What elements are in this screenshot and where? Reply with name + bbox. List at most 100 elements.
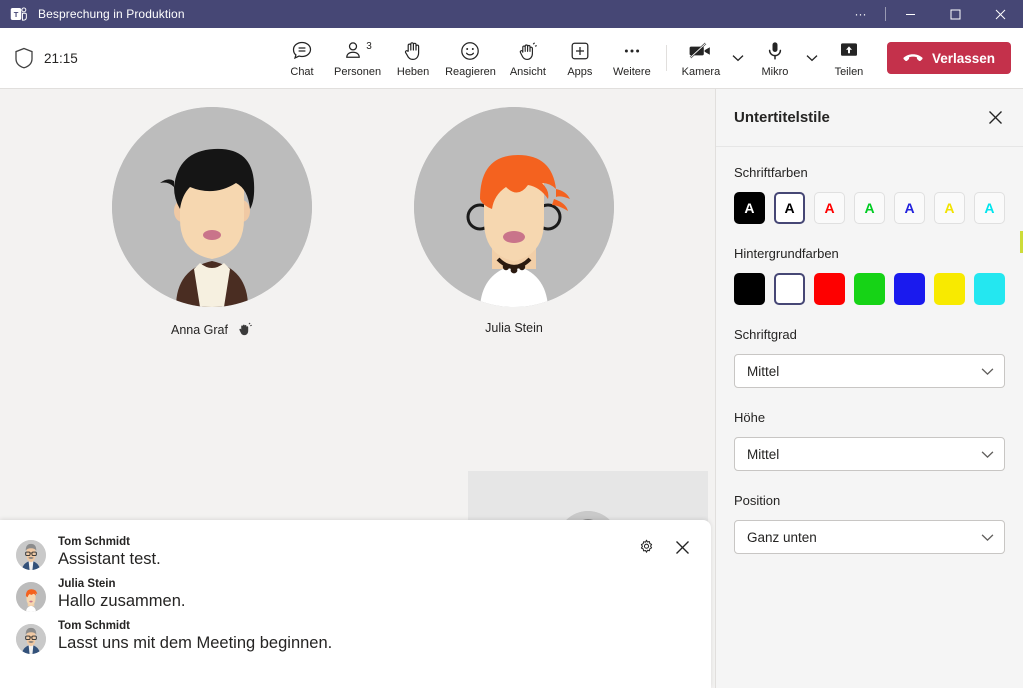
font-colors-label: Schriftfarben	[734, 165, 808, 180]
background-colors-label: Hintergrundfarben	[734, 246, 839, 261]
raise-hand-button[interactable]: Heben	[387, 33, 439, 85]
leave-button[interactable]: Verlassen	[886, 42, 1011, 74]
mic-label: Mikro	[761, 65, 789, 78]
background-color-swatch-green[interactable]	[854, 273, 886, 305]
height-section: Höhe Mittel	[734, 410, 1005, 471]
font-color-swatch-green[interactable]: A	[854, 192, 886, 224]
video-stage: Anna Graf Julia Stein Tom Schmidt Assist…	[0, 89, 715, 688]
background-color-swatch-cyan[interactable]	[973, 273, 1005, 305]
people-count: 3	[366, 41, 372, 52]
chevron-down-icon	[981, 533, 994, 541]
participant-tiles: Anna Graf Julia Stein	[0, 89, 715, 339]
caption-body: Julia Stein Hallo zusammen.	[58, 578, 185, 612]
chat-button[interactable]: Chat	[276, 33, 328, 85]
participant-tile-anna-graf[interactable]: Anna Graf	[112, 107, 312, 339]
captions-actions	[633, 534, 695, 560]
people-label: Personen	[334, 66, 382, 78]
avatar	[16, 540, 46, 570]
caption-styles-panel: Untertitelstile Schriftfarben A A A A A …	[715, 89, 1023, 688]
toolbar-left-group: 21:15	[0, 47, 78, 69]
participant-name-row: Julia Stein	[485, 321, 543, 335]
font-color-swatch-yellow[interactable]: A	[934, 192, 965, 224]
font-color-swatch-blue[interactable]: A	[894, 192, 925, 224]
leave-label: Verlassen	[931, 50, 995, 66]
panel-title: Untertitelstile	[734, 109, 830, 126]
swatch-letter: A	[864, 200, 875, 216]
font-color-swatch-white[interactable]: A	[773, 192, 806, 224]
background-color-swatch-red[interactable]	[814, 273, 846, 305]
position-dropdown[interactable]: Ganz unten	[734, 520, 1005, 554]
toolbar-divider	[665, 45, 667, 71]
caption-entry: Tom Schmidt Assistant test.	[0, 536, 711, 578]
height-value: Mittel	[747, 446, 780, 462]
font-color-swatch-black[interactable]: A	[734, 192, 765, 224]
caption-text: Lasst uns mit dem Meeting beginnen.	[58, 634, 333, 652]
swatch-letter: A	[904, 200, 915, 216]
chat-icon	[291, 39, 313, 63]
background-color-swatch-yellow[interactable]	[934, 273, 965, 305]
background-color-swatch-black[interactable]	[734, 273, 765, 305]
mic-options-button[interactable]	[799, 38, 825, 78]
position-label: Position	[734, 493, 781, 508]
apps-plus-icon	[569, 39, 591, 63]
window-controls: ···	[838, 0, 1023, 28]
svg-text:T: T	[14, 10, 19, 19]
apps-button[interactable]: Apps	[554, 33, 606, 85]
participant-name: Julia Stein	[485, 321, 543, 335]
background-color-swatch-blue[interactable]	[894, 273, 925, 305]
font-size-value: Mittel	[747, 363, 780, 379]
avatar	[16, 624, 46, 654]
caption-entry: Tom Schmidt Lasst uns mit dem Meeting be…	[0, 620, 711, 662]
participant-tile-julia-stein[interactable]: Julia Stein	[414, 107, 614, 339]
font-color-swatch-cyan[interactable]: A	[973, 192, 1005, 224]
share-label: Teilen	[834, 65, 864, 78]
view-button[interactable]: Ansicht	[502, 33, 554, 85]
minimize-icon	[906, 13, 915, 15]
caption-text: Assistant test.	[58, 550, 161, 568]
view-hand-icon	[517, 39, 539, 63]
meeting-body: Anna Graf Julia Stein Tom Schmidt Assist…	[0, 89, 1023, 688]
panel-header: Untertitelstile	[716, 89, 1023, 147]
more-button[interactable]: Weitere	[606, 33, 658, 85]
font-size-label: Schriftgrad	[734, 327, 797, 342]
close-button[interactable]	[978, 0, 1023, 28]
camera-options-button[interactable]	[725, 38, 751, 78]
chevron-down-icon	[806, 55, 818, 62]
live-captions-panel: Tom Schmidt Assistant test. Julia Stein …	[0, 520, 711, 688]
apps-label: Apps	[567, 66, 593, 78]
position-value: Ganz unten	[747, 529, 817, 545]
mic-button[interactable]: Mikro	[749, 32, 801, 84]
swatch-letter: A	[984, 200, 995, 216]
font-size-dropdown[interactable]: Mittel	[734, 354, 1005, 388]
titlebar-more-button[interactable]: ···	[838, 0, 883, 28]
caption-entry: Julia Stein Hallo zusammen.	[0, 578, 711, 620]
microphone-icon	[764, 39, 786, 63]
position-section: Position Ganz unten	[734, 493, 1005, 554]
swatch-letter: A	[944, 200, 955, 216]
avatar	[112, 107, 312, 307]
close-icon	[675, 540, 689, 554]
people-icon: 3	[343, 39, 372, 63]
background-colors-section: Hintergrundfarben	[734, 246, 1005, 305]
share-button[interactable]: Teilen	[823, 32, 875, 84]
chevron-down-icon	[981, 367, 994, 375]
people-button[interactable]: 3 Personen	[328, 33, 387, 85]
captions-close-button[interactable]	[669, 534, 695, 560]
camera-button[interactable]: Kamera	[675, 32, 727, 84]
view-label: Ansicht	[509, 66, 546, 78]
height-dropdown[interactable]: Mittel	[734, 437, 1005, 471]
background-colors-swatches	[734, 273, 1005, 305]
background-color-swatch-white[interactable]	[773, 273, 806, 305]
share-screen-icon	[837, 39, 861, 63]
close-icon	[988, 111, 1002, 124]
panel-close-button[interactable]	[981, 104, 1009, 132]
font-color-swatch-red[interactable]: A	[814, 192, 846, 224]
maximize-button[interactable]	[933, 0, 978, 28]
captions-settings-button[interactable]	[633, 534, 659, 560]
maximize-icon	[950, 9, 961, 19]
react-button[interactable]: Reagieren	[439, 33, 502, 85]
teams-logo-icon: T	[0, 5, 28, 23]
minimize-button[interactable]	[888, 0, 933, 28]
participant-name: Anna Graf	[171, 323, 228, 337]
font-colors-section: Schriftfarben A A A A A A A	[734, 165, 1005, 224]
